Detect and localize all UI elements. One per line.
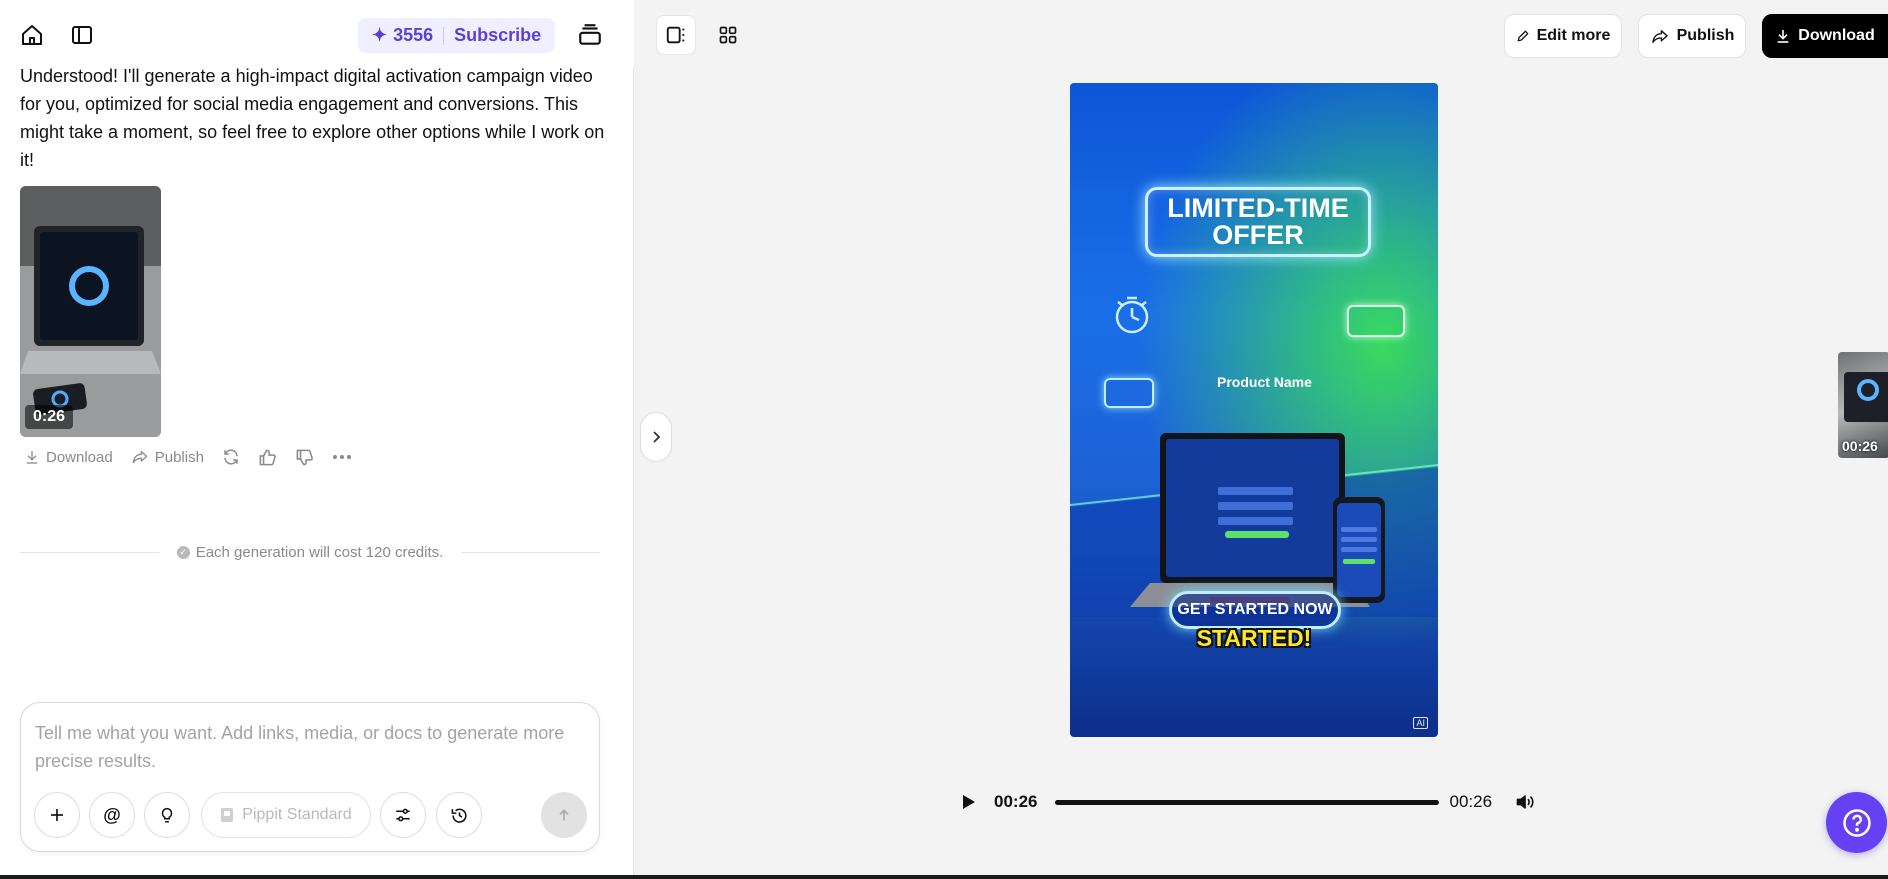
divider-line-left <box>20 551 159 553</box>
credit-cost-divider: ✓ Each generation will cost 120 credits. <box>20 542 601 562</box>
total-time: 00:26 <box>1449 792 1493 811</box>
offer-line-2: OFFER <box>1212 220 1304 250</box>
prompt-input[interactable] <box>35 719 585 779</box>
grid-view-button[interactable] <box>708 15 748 55</box>
pencil-icon <box>1517 30 1529 42</box>
regenerate-button[interactable] <box>222 448 240 466</box>
ai-tag: AI <box>1413 717 1428 729</box>
home-button[interactable] <box>14 17 50 53</box>
side-video-duration: 00:26 <box>1842 438 1878 454</box>
subscribe-link[interactable]: Subscribe <box>454 25 541 46</box>
plus-icon <box>51 809 63 821</box>
credits-count: 3556 <box>393 25 434 45</box>
divider-line-right <box>461 551 601 553</box>
chat-panel: ✦ 3556 Subscribe Understood! I'll genera… <box>0 0 634 879</box>
thumbs-up-icon <box>259 449 276 465</box>
side-video-thumbnail[interactable]: 00:26 <box>1838 352 1888 458</box>
send-button[interactable] <box>541 792 587 838</box>
mention-button[interactable]: @ <box>89 792 135 838</box>
download-icon <box>26 451 38 464</box>
refresh-icon <box>224 449 238 465</box>
dislike-button[interactable] <box>295 448 314 467</box>
credit-cost-text: Each generation will cost 120 credits. <box>195 543 444 561</box>
download-label: Download <box>1798 27 1875 44</box>
model-selector-label: Pippit Standard <box>242 806 352 823</box>
more-dots-icon <box>332 455 351 459</box>
download-button[interactable]: Download <box>1762 14 1888 58</box>
video-preview[interactable]: LIMITED-TIME OFFER Product Name GET STAR… <box>1070 83 1438 737</box>
credits-badge[interactable]: ✦ 3556 Subscribe <box>358 18 556 53</box>
sidebar-icon <box>72 26 92 44</box>
download-action[interactable]: Download <box>24 449 113 466</box>
assistant-message: Understood! I'll generate a high-impact … <box>20 66 605 170</box>
timer-icon <box>1115 296 1149 334</box>
download-action-label: Download <box>46 448 113 466</box>
sale-badge-right <box>1347 305 1405 337</box>
publish-action[interactable]: Publish <box>131 449 204 466</box>
stack-icon <box>579 24 601 45</box>
model-badge-icon <box>221 808 234 822</box>
grid-icon <box>719 26 737 44</box>
model-selector[interactable]: Pippit Standard <box>201 792 371 838</box>
home-icon <box>22 25 42 45</box>
bottom-bar <box>0 875 1888 879</box>
panel-view-button[interactable] <box>656 15 696 55</box>
publish-label: Publish <box>1676 27 1735 44</box>
prompt-composer: @ Pippit Standard <box>20 702 600 852</box>
sidebar-toggle-button[interactable] <box>64 17 100 53</box>
edit-more-label: Edit more <box>1536 27 1611 44</box>
arrow-up-icon <box>559 809 569 821</box>
generated-video-thumbnail[interactable]: 0:26 <box>20 186 161 437</box>
inspiration-button[interactable] <box>144 792 190 838</box>
started-caption: STARTED! <box>1196 625 1312 651</box>
panel-layout-icon <box>666 26 685 44</box>
help-button[interactable] <box>1826 792 1887 853</box>
add-attachment-button[interactable] <box>34 792 80 838</box>
check-circle-icon: ✓ <box>176 545 190 559</box>
progress-bar[interactable] <box>1055 799 1440 805</box>
offer-line-1: LIMITED-TIME <box>1167 193 1349 223</box>
sparkle-icon: ✦ <box>372 25 388 45</box>
volume-icon <box>1516 795 1534 809</box>
credit-cost-note: ✓ Each generation will cost 120 credits. <box>159 544 462 561</box>
current-time: 00:26 <box>994 792 1038 811</box>
history-stack-button[interactable] <box>572 17 608 53</box>
offer-banner: LIMITED-TIME OFFER <box>1145 187 1371 257</box>
laptop-photo-illustration <box>20 186 161 437</box>
volume-button[interactable] <box>1512 789 1538 815</box>
cta-badge: GET STARTED NOW <box>1169 591 1341 629</box>
screen-title: Product Name <box>1217 374 1312 390</box>
help-question-icon <box>1842 808 1871 837</box>
chat-topbar: ✦ 3556 Subscribe <box>0 0 634 68</box>
play-button[interactable] <box>954 787 984 817</box>
preview-panel: Edit more Publish Download LIMITED-TIME … <box>635 0 1888 879</box>
download-icon <box>1777 30 1789 43</box>
share-arrow-icon <box>132 451 148 463</box>
settings-button[interactable] <box>380 792 426 838</box>
sliders-icon <box>396 808 410 822</box>
message-actions: Download Publish <box>24 445 370 469</box>
edit-more-button[interactable]: Edit more <box>1504 14 1622 58</box>
chevron-right-icon <box>653 431 661 443</box>
credits-divider <box>443 26 445 45</box>
clock-history-icon <box>451 808 467 823</box>
publish-button[interactable]: Publish <box>1638 14 1746 58</box>
play-icon <box>963 795 975 809</box>
publish-action-label: Publish <box>154 448 204 466</box>
like-button[interactable] <box>258 448 277 467</box>
share-arrow-icon <box>1651 29 1668 43</box>
thumbs-down-icon <box>296 449 313 465</box>
lightbulb-icon <box>161 807 173 823</box>
history-button[interactable] <box>436 792 482 838</box>
more-options-button[interactable] <box>332 454 352 460</box>
video-player-controls: 00:26 00:26 <box>954 787 1554 817</box>
at-sign-icon: @ <box>103 804 121 825</box>
video-duration: 0:26 <box>25 405 74 429</box>
expand-panel-button[interactable] <box>640 412 672 462</box>
